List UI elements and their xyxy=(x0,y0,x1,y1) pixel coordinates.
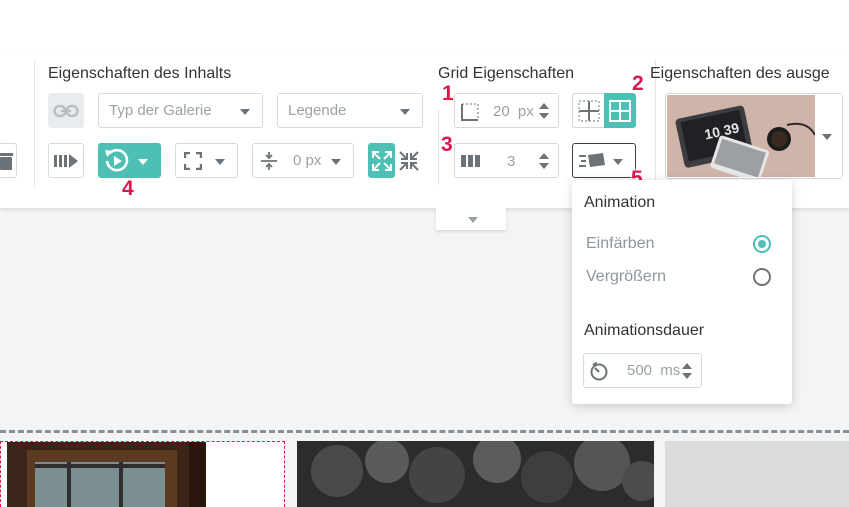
chevron-down-icon xyxy=(468,216,478,223)
expand-button[interactable] xyxy=(368,143,395,178)
animation-title: Animation xyxy=(584,194,656,211)
animation-duration-title: Animationsdauer xyxy=(584,322,705,339)
gallery-type-select[interactable]: Typ der Galerie xyxy=(98,93,263,128)
grid-columns-value: 3 xyxy=(507,153,516,170)
link-icon xyxy=(53,104,79,117)
gallery-type-placeholder: Typ der Galerie xyxy=(109,102,212,119)
grid-gap-value: 20 xyxy=(493,103,510,120)
animation-option-label[interactable]: Vergrößern xyxy=(586,268,666,286)
gallery-image-2[interactable] xyxy=(297,441,654,507)
legend-placeholder: Legende xyxy=(288,102,347,119)
animation-button[interactable] xyxy=(98,143,161,178)
compress-icon xyxy=(399,150,419,171)
animation-style-button[interactable] xyxy=(572,143,636,178)
fullscreen-icon xyxy=(184,152,202,170)
grid-properties-title: Grid Eigenschaften xyxy=(438,65,575,82)
grid-gap-unit: px xyxy=(517,103,534,120)
top-bar xyxy=(0,0,849,50)
trash-icon xyxy=(0,152,13,170)
grid-gap-input[interactable]: 20 px xyxy=(454,93,559,128)
animation-popover: Animation Einfärben Vergrößern Animation… xyxy=(572,180,792,404)
marker-2: 2 xyxy=(632,72,644,95)
delete-button[interactable] xyxy=(0,143,17,178)
chevron-down-icon xyxy=(215,158,225,165)
stepper-arrows-icon[interactable] xyxy=(538,101,550,121)
stepper-arrows-icon[interactable] xyxy=(538,151,550,171)
grid-icon xyxy=(609,99,631,122)
columns-icon xyxy=(461,155,480,167)
slideshow-button[interactable] xyxy=(48,143,84,178)
legend-select[interactable]: Legende xyxy=(277,93,423,128)
chevron-down-icon xyxy=(613,158,623,165)
marker-4: 4 xyxy=(122,177,134,200)
collapse-button[interactable] xyxy=(395,143,423,178)
gallery-image-1[interactable] xyxy=(0,441,285,507)
animation-option-label[interactable]: Einfärben xyxy=(586,235,655,253)
spacing-input[interactable]: 0 px xyxy=(252,143,354,178)
slideshow-icon xyxy=(54,153,78,168)
animation-duration-input[interactable]: 500 ms xyxy=(583,353,702,388)
thumbnail-photo: 10 39 xyxy=(667,95,815,177)
stepper-arrows-icon[interactable] xyxy=(681,361,693,381)
chevron-down-icon xyxy=(400,108,410,115)
animation-duration-value: 500 xyxy=(627,362,653,379)
gallery-photo-1 xyxy=(7,442,206,507)
grid-boxed-button[interactable] xyxy=(604,93,636,128)
spacing-value: 0 xyxy=(293,152,302,169)
gap-icon xyxy=(461,103,479,121)
animation-option-radio-colorize[interactable] xyxy=(753,235,771,253)
marker-1: 1 xyxy=(442,82,454,105)
selected-image-thumbnail[interactable]: 10 39 xyxy=(667,95,815,177)
toolbar-toggle-tab[interactable] xyxy=(436,207,506,230)
fly-in-icon xyxy=(579,153,605,167)
animation-duration-unit: ms xyxy=(660,362,681,379)
selected-properties-title: Eigenschaften des ausge xyxy=(650,65,830,82)
marker-3: 3 xyxy=(441,133,453,156)
gallery-image-3[interactable] xyxy=(665,441,849,507)
grid-lines-icon xyxy=(577,99,600,122)
compress-vertical-icon xyxy=(261,152,277,170)
divider xyxy=(438,110,439,185)
chevron-down-icon xyxy=(822,134,832,140)
gallery-photo-2 xyxy=(297,441,654,507)
expand-icon xyxy=(371,150,392,171)
chevron-down-icon xyxy=(240,108,250,115)
link-button[interactable] xyxy=(48,93,84,128)
timer-icon xyxy=(590,362,608,381)
fullscreen-button[interactable] xyxy=(175,143,238,178)
chevron-down-icon xyxy=(138,158,148,165)
divider xyxy=(34,60,35,187)
chevron-down-icon xyxy=(331,158,341,165)
animation-option-radio-zoom[interactable] xyxy=(753,268,771,286)
grid-layout-button[interactable] xyxy=(572,93,604,128)
gallery-boundary xyxy=(0,430,849,433)
content-properties-title: Eigenschaften des Inhalts xyxy=(48,65,232,82)
grid-columns-input[interactable]: 3 xyxy=(454,143,559,178)
spacing-unit: px xyxy=(305,152,322,169)
replay-timer-icon xyxy=(105,148,129,172)
